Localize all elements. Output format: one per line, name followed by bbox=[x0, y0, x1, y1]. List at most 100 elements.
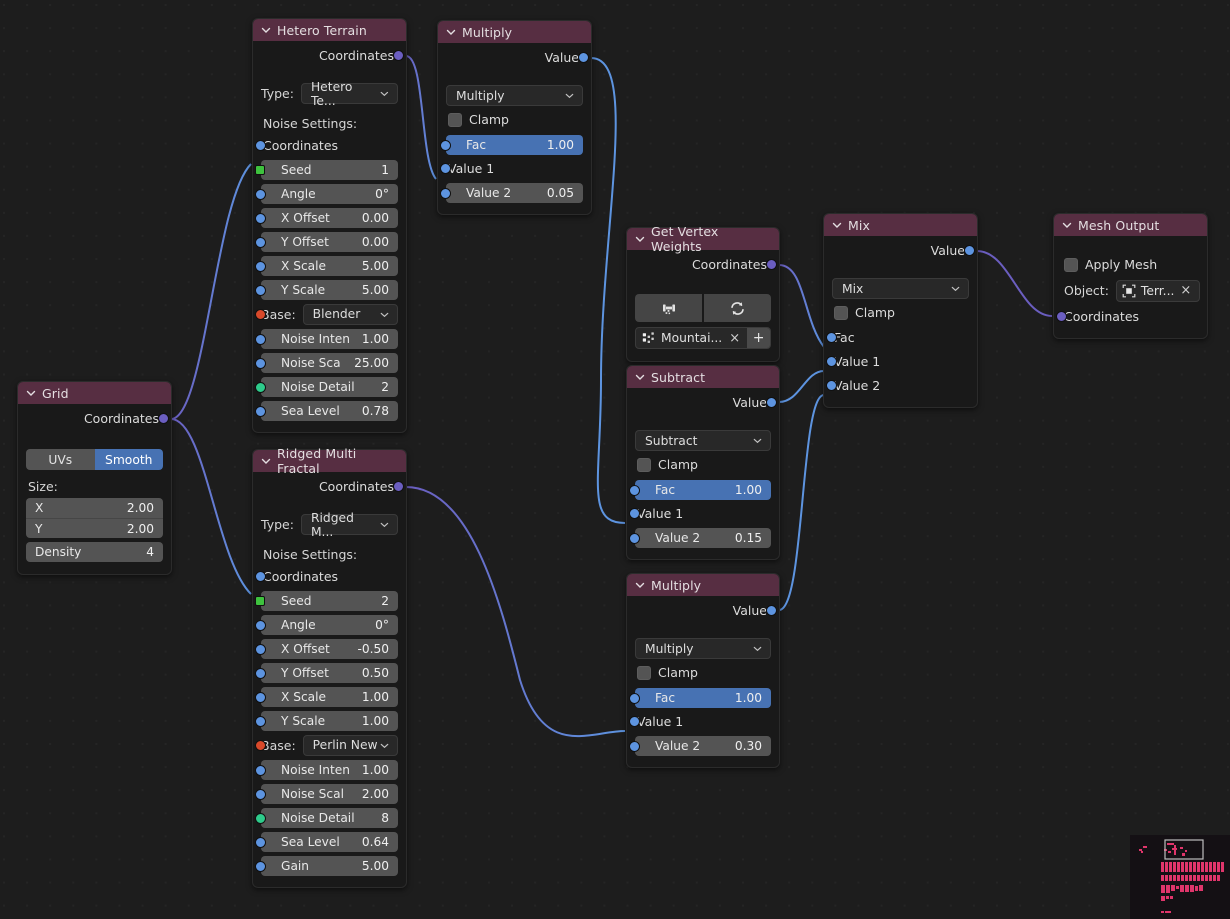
chevron-down-icon[interactable] bbox=[634, 371, 646, 383]
node-mix-header[interactable]: Mix bbox=[824, 214, 977, 236]
seed-field[interactable]: Seed 1 bbox=[261, 160, 398, 180]
minimap[interactable] bbox=[1130, 835, 1230, 919]
node-ridged-multi-fractal-header[interactable]: Ridged Multi Fractal bbox=[253, 450, 406, 472]
socket-input-noise-sca[interactable] bbox=[255, 358, 266, 369]
node-multiply-lower[interactable]: Multiply Value Multiply Clamp Fac bbox=[626, 573, 780, 768]
clamp-checkbox[interactable] bbox=[637, 666, 651, 680]
chevron-down-icon[interactable] bbox=[260, 455, 272, 467]
socket-input-y-scale[interactable] bbox=[255, 285, 266, 296]
y-scale-field[interactable]: Y Scale 1.00 bbox=[261, 711, 398, 731]
density-field[interactable]: Density 4 bbox=[26, 542, 163, 562]
y-scale-field[interactable]: Y Scale 5.00 bbox=[261, 280, 398, 300]
socket-input-base[interactable] bbox=[255, 309, 266, 320]
chevron-down-icon[interactable] bbox=[445, 26, 457, 38]
x-offset-field[interactable]: X Offset -0.50 bbox=[261, 639, 398, 659]
chevron-down-icon[interactable] bbox=[634, 233, 646, 245]
chevron-down-icon[interactable] bbox=[634, 579, 646, 591]
node-mesh-output[interactable]: Mesh Output Apply Mesh Object: bbox=[1053, 213, 1208, 339]
chevron-down-icon[interactable] bbox=[1061, 219, 1073, 231]
socket-input-value1[interactable] bbox=[629, 716, 640, 727]
socket-input-noise-inten[interactable] bbox=[255, 765, 266, 776]
value2-field[interactable]: Value 2 0.05 bbox=[446, 183, 583, 203]
clamp-checkbox[interactable] bbox=[637, 458, 651, 472]
sea-level-field[interactable]: Sea Level 0.78 bbox=[261, 401, 398, 421]
noise-sca-field[interactable]: Noise Sca 25.00 bbox=[261, 353, 398, 373]
gain-field[interactable]: Gain 5.00 bbox=[261, 856, 398, 876]
node-ridged-multi-fractal[interactable]: Ridged Multi Fractal Coordinates Type: R… bbox=[252, 449, 407, 888]
socket-input-fac[interactable] bbox=[440, 140, 451, 151]
socket-input-angle[interactable] bbox=[255, 620, 266, 631]
operation-dropdown[interactable]: Multiply bbox=[446, 85, 583, 106]
apply-mesh-checkbox[interactable] bbox=[1064, 258, 1078, 272]
socket-output-value[interactable] bbox=[766, 397, 777, 408]
socket-input-sea-level[interactable] bbox=[255, 406, 266, 417]
clamp-row[interactable]: Clamp bbox=[448, 109, 581, 130]
socket-input-fac[interactable] bbox=[629, 693, 640, 704]
noise-inten-field[interactable]: Noise Inten 1.00 bbox=[261, 760, 398, 780]
noise-inten-field[interactable]: Noise Inten 1.00 bbox=[261, 329, 398, 349]
vertex-weights-button[interactable] bbox=[635, 294, 702, 322]
clear-vertex-group-button[interactable]: × bbox=[722, 331, 747, 346]
node-mix[interactable]: Mix Value Mix Clamp Fac bbox=[823, 213, 978, 408]
socket-input-y-offset[interactable] bbox=[255, 668, 266, 679]
chevron-down-icon[interactable] bbox=[260, 24, 272, 36]
node-grid[interactable]: Grid Coordinates UVs Smooth Size: X 2.00… bbox=[17, 381, 172, 575]
noise-detail-field[interactable]: Noise Detail 8 bbox=[261, 808, 398, 828]
value2-field[interactable]: Value 2 0.15 bbox=[635, 528, 771, 548]
socket-input-value1[interactable] bbox=[440, 163, 451, 174]
socket-input-fac[interactable] bbox=[826, 332, 837, 343]
seed-field[interactable]: Seed 2 bbox=[261, 591, 398, 611]
socket-input-value2[interactable] bbox=[440, 188, 451, 199]
socket-input-noise-scal[interactable] bbox=[255, 789, 266, 800]
socket-input-coordinates[interactable] bbox=[1056, 311, 1067, 322]
noise-detail-field[interactable]: Noise Detail 2 bbox=[261, 377, 398, 397]
node-subtract[interactable]: Subtract Value Subtract Clamp Fac bbox=[626, 365, 780, 560]
vertex-group-field[interactable]: Mountai... × + bbox=[635, 327, 771, 349]
socket-input-noise-detail[interactable] bbox=[255, 813, 266, 824]
add-vertex-group-button[interactable]: + bbox=[747, 328, 770, 348]
operation-dropdown[interactable]: Multiply bbox=[635, 638, 771, 659]
socket-output-coordinates[interactable] bbox=[393, 50, 404, 61]
node-multiply-lower-header[interactable]: Multiply bbox=[627, 574, 779, 596]
object-field[interactable]: Terr... × bbox=[1116, 280, 1200, 302]
socket-output-coordinates[interactable] bbox=[393, 481, 404, 492]
socket-input-x-scale[interactable] bbox=[255, 692, 266, 703]
socket-output-value[interactable] bbox=[964, 245, 975, 256]
node-grid-header[interactable]: Grid bbox=[18, 382, 171, 404]
refresh-button[interactable] bbox=[704, 294, 771, 322]
socket-output-value[interactable] bbox=[578, 52, 589, 63]
type-dropdown[interactable]: Ridged M... bbox=[301, 514, 398, 535]
node-mesh-output-header[interactable]: Mesh Output bbox=[1054, 214, 1207, 236]
socket-input-x-offset[interactable] bbox=[255, 213, 266, 224]
socket-input-gain[interactable] bbox=[255, 861, 266, 872]
clamp-row[interactable]: Clamp bbox=[637, 454, 769, 475]
chevron-down-icon[interactable] bbox=[25, 387, 37, 399]
socket-input-noise-inten[interactable] bbox=[255, 334, 266, 345]
fac-field[interactable]: Fac 1.00 bbox=[635, 480, 771, 500]
x-offset-field[interactable]: X Offset 0.00 bbox=[261, 208, 398, 228]
base-dropdown[interactable]: Blender bbox=[303, 304, 398, 325]
socket-input-x-scale[interactable] bbox=[255, 261, 266, 272]
angle-field[interactable]: Angle 0° bbox=[261, 184, 398, 204]
size-y-field[interactable]: Y 2.00 bbox=[26, 518, 163, 538]
socket-input-noise-detail[interactable] bbox=[255, 382, 266, 393]
node-hetero-terrain[interactable]: Hetero Terrain Coordinates Type: Hetero … bbox=[252, 18, 407, 433]
clamp-row[interactable]: Clamp bbox=[637, 662, 769, 683]
clamp-row[interactable]: Clamp bbox=[834, 302, 967, 323]
y-offset-field[interactable]: Y Offset 0.00 bbox=[261, 232, 398, 252]
x-scale-field[interactable]: X Scale 1.00 bbox=[261, 687, 398, 707]
chevron-down-icon[interactable] bbox=[831, 219, 843, 231]
node-hetero-terrain-header[interactable]: Hetero Terrain bbox=[253, 19, 406, 41]
y-offset-field[interactable]: Y Offset 0.50 bbox=[261, 663, 398, 683]
node-editor-canvas[interactable]: Grid Coordinates UVs Smooth Size: X 2.00… bbox=[0, 0, 1230, 919]
socket-output-coordinates[interactable] bbox=[158, 413, 169, 424]
socket-output-coordinates[interactable] bbox=[766, 259, 777, 270]
clear-object-button[interactable]: × bbox=[1174, 283, 1197, 298]
base-dropdown[interactable]: Perlin New bbox=[303, 735, 398, 756]
node-get-vertex-weights-header[interactable]: Get Vertex Weights bbox=[627, 228, 779, 250]
socket-output-value[interactable] bbox=[766, 605, 777, 616]
clamp-checkbox[interactable] bbox=[448, 113, 462, 127]
type-dropdown[interactable]: Hetero Te... bbox=[301, 83, 398, 104]
socket-input-y-scale[interactable] bbox=[255, 716, 266, 727]
socket-input-y-offset[interactable] bbox=[255, 237, 266, 248]
